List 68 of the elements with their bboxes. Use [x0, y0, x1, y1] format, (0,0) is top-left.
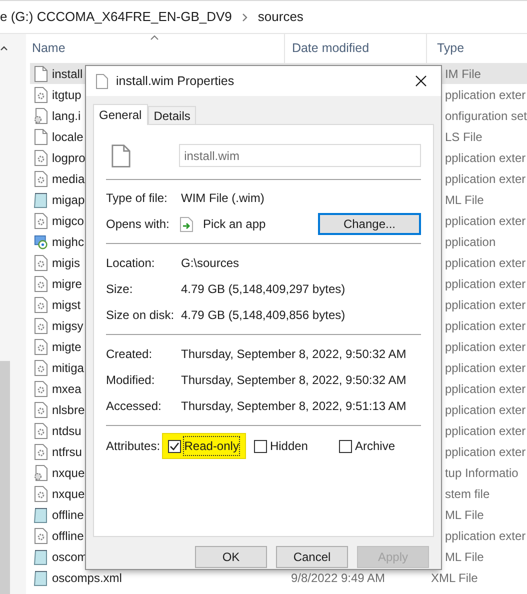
file-type: pplication exter — [444, 254, 526, 272]
file-name: mxea — [52, 380, 82, 398]
file-name: mitiga — [52, 360, 84, 376]
property-label: Opens with: — [106, 216, 170, 233]
file-name: migte — [52, 338, 82, 356]
file-name: migco — [52, 212, 84, 230]
file-name: migsy — [52, 318, 84, 334]
file-type: pplication exter — [444, 86, 526, 104]
property-label: Size: — [106, 281, 134, 298]
file-name: migre — [52, 276, 82, 292]
file-type: XML File — [430, 570, 478, 586]
file-name: mighc — [52, 234, 84, 250]
file-name: itgtup — [52, 86, 82, 104]
file-name: locale — [52, 128, 84, 146]
property-value: G:\sources — [181, 255, 240, 272]
property-label: Modified: — [106, 372, 156, 389]
file-type: pplication exter — [444, 296, 526, 314]
file-type: ML File — [444, 192, 484, 208]
file-type: pplication exter — [444, 360, 526, 376]
file-type: pplication exter — [444, 338, 526, 356]
file-type: pplication exter — [444, 170, 526, 188]
property-value: WIM File (.wim) — [181, 190, 264, 207]
file-name: nlsbre — [52, 402, 85, 418]
file-name: install — [52, 66, 83, 82]
file-type: pplication exter — [444, 402, 526, 418]
property-label: Accessed: — [106, 398, 162, 415]
property-label: Size on disk: — [106, 307, 176, 324]
file-type: pplication exter — [444, 276, 526, 292]
file-type: ML File — [444, 548, 484, 566]
file-type: pplication exter — [444, 150, 526, 166]
file-type: pplication exter — [444, 528, 526, 544]
file-name: offline — [52, 528, 84, 544]
attributes-label: Attributes: — [106, 438, 162, 455]
file-type: IM File — [444, 66, 481, 82]
property-label: Type of file: — [106, 190, 168, 207]
file-type: pplication exter — [444, 444, 526, 460]
file-name: ntfrsu — [52, 444, 82, 460]
file-name: media — [52, 170, 85, 188]
property-value: Pick an app — [203, 216, 267, 233]
file-name: migap — [52, 192, 85, 208]
file-name: migst — [52, 296, 81, 314]
file-name: logpro — [52, 150, 86, 166]
property-value: Thursday, September 8, 2022, 9:50:32 AM — [181, 372, 406, 389]
file-name: oscomps.xml — [52, 570, 122, 586]
file-name: nxque — [52, 464, 85, 482]
file-type: pplication — [444, 234, 496, 250]
file-name: migis — [52, 254, 80, 272]
file-type: LS File — [444, 128, 482, 146]
file-name: ntdsu — [52, 422, 82, 440]
file-name: nxque — [52, 486, 85, 502]
file-type: stem file — [444, 486, 490, 502]
file-type: ML File — [444, 506, 484, 524]
property-value: 4.79 GB (5,148,409,297 bytes) — [181, 281, 346, 298]
file-name: lang.i — [52, 108, 81, 124]
window-title: install.wim Properties — [116, 72, 236, 90]
property-value: 4.79 GB (5,148,409,856 bytes) — [181, 307, 346, 324]
property-label: Created: — [106, 346, 154, 363]
file-name: offline — [52, 506, 84, 524]
file-type: pplication exter — [444, 422, 526, 440]
file-type: pplication exter — [444, 380, 526, 398]
property-label: Location: — [106, 255, 156, 272]
property-value: Thursday, September 8, 2022, 9:50:32 AM — [181, 346, 406, 363]
file-type: pplication exter — [444, 318, 526, 334]
property-value: Thursday, September 8, 2022, 9:51:13 AM — [181, 398, 406, 415]
file-type: onfiguration set — [444, 108, 527, 124]
file-type: tup Informatio — [444, 464, 518, 482]
file-type: pplication exter — [444, 212, 526, 230]
file-date: 9/8/2022 9:49 AM — [290, 570, 386, 586]
